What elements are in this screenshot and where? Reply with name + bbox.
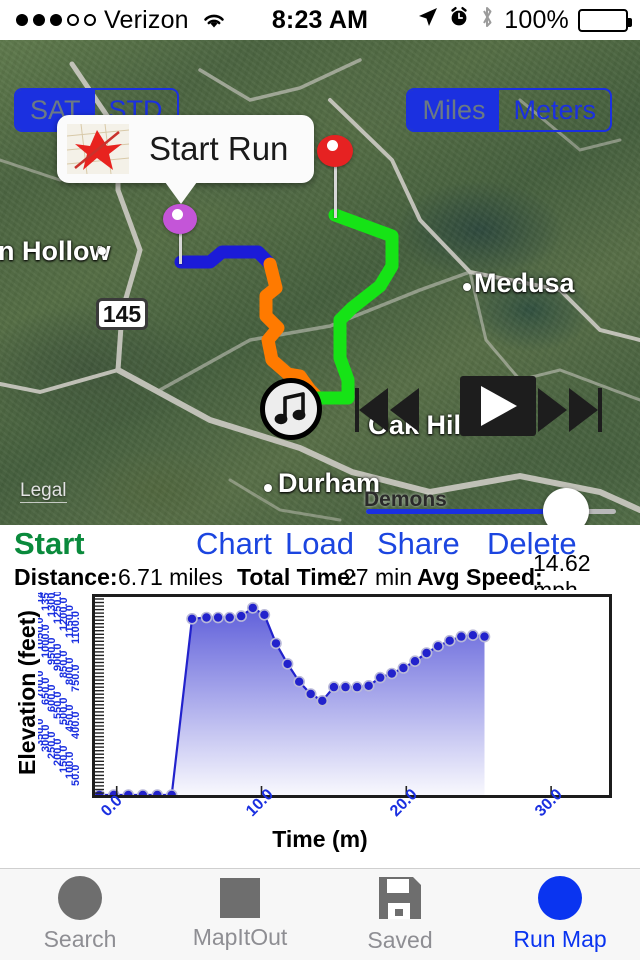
elevation-chart[interactable]: Elevation (feet) 1400.01350.01300.01250.… xyxy=(0,590,640,865)
map-poi-dot xyxy=(264,484,272,492)
floppy-disk-icon xyxy=(377,875,423,921)
map-label-hollow: n Hollow xyxy=(0,236,111,266)
stats-row: Distance: 6.71 miles Total Time: 27 min … xyxy=(0,550,640,603)
chart-x-axis-title: Time (m) xyxy=(272,826,368,852)
load-button[interactable]: Load xyxy=(285,526,354,562)
status-bar-right: 100% xyxy=(417,5,632,36)
slider-fill xyxy=(366,509,558,514)
chart-y-tick-label: 750.0 xyxy=(70,664,82,692)
alarm-clock-icon xyxy=(448,6,470,35)
tab-label: Run Map xyxy=(513,926,607,952)
play-button[interactable] xyxy=(460,376,536,436)
slider-thumb[interactable] xyxy=(543,488,589,525)
map-legal-link[interactable]: Legal xyxy=(20,480,67,503)
end-pin[interactable] xyxy=(317,135,353,167)
total-time-value: 27 min xyxy=(343,563,413,590)
chart-y-tick-label: 1100.0 xyxy=(70,611,82,645)
callout-thumbnail-icon xyxy=(67,124,129,174)
tab-bar: Search MapItOut Saved Run Map xyxy=(0,868,640,960)
circle-icon xyxy=(58,876,102,920)
tab-label: Saved xyxy=(367,927,433,953)
avg-speed-label: Avg Speed: xyxy=(417,563,543,590)
tab-label: MapItOut xyxy=(192,924,288,950)
map-label-medusa: Medusa xyxy=(474,268,575,298)
chart-y-axis-ticks: 1400.01350.01300.01250.01200.01150.01100… xyxy=(38,592,90,798)
tab-saved[interactable]: Saved xyxy=(320,875,480,954)
app-root: Verizon 8:23 AM 100% n Hollow Medusa Oak… xyxy=(0,0,640,960)
tab-label: Search xyxy=(43,926,117,952)
callout-tail xyxy=(165,182,197,204)
segment-miles[interactable]: Miles xyxy=(408,90,500,130)
distance-label: Distance: xyxy=(14,563,118,590)
start-button[interactable]: Start xyxy=(14,526,85,562)
fast-forward-button[interactable] xyxy=(538,380,602,440)
bluetooth-icon xyxy=(479,5,495,36)
playback-slider[interactable] xyxy=(366,488,616,525)
rewind-button[interactable] xyxy=(355,380,419,440)
distance-value: 6.71 miles xyxy=(118,563,223,590)
segment-meters[interactable]: Meters xyxy=(499,90,610,130)
start-pin[interactable] xyxy=(163,204,197,234)
battery-percent-label: 100% xyxy=(504,5,569,34)
circle-icon xyxy=(538,876,582,920)
square-icon xyxy=(220,878,260,918)
chart-plot-area xyxy=(92,594,612,801)
tab-run-map[interactable]: Run Map xyxy=(480,876,640,953)
chart-axis-ticks xyxy=(95,598,552,795)
end-pin-stem xyxy=(334,160,337,218)
callout-title: Start Run xyxy=(149,130,289,167)
total-time-label: Total Time: xyxy=(237,563,358,590)
map-poi-dot xyxy=(98,247,106,255)
map-view[interactable]: n Hollow Medusa Oak Hill Durham Demons 1… xyxy=(0,40,640,525)
units-segmented-control[interactable]: Miles Meters xyxy=(406,88,612,132)
battery-icon xyxy=(578,8,632,32)
route-shield-145: 145 xyxy=(96,298,148,330)
chart-y-tick-label: 400.0 xyxy=(70,711,82,739)
chart-button[interactable]: Chart xyxy=(196,526,272,562)
chart-y-tick-label: 50.0 xyxy=(70,764,82,786)
status-bar: Verizon 8:23 AM 100% xyxy=(0,0,640,40)
map-poi-dot xyxy=(463,283,471,291)
tab-search[interactable]: Search xyxy=(0,876,160,953)
share-button[interactable]: Share xyxy=(377,526,460,562)
map-callout-start-run[interactable]: Start Run xyxy=(57,115,315,183)
tab-mapitout[interactable]: MapItOut xyxy=(160,878,320,951)
music-note-icon[interactable] xyxy=(260,378,322,440)
location-arrow-icon xyxy=(417,6,439,35)
